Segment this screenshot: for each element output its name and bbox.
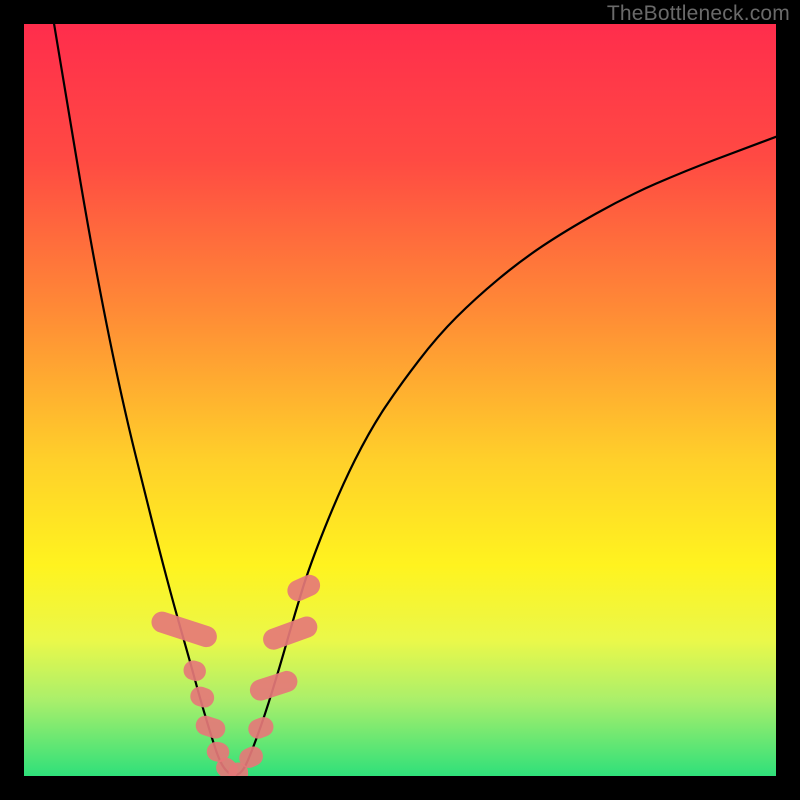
gradient-background xyxy=(24,24,776,776)
chart-svg xyxy=(24,24,776,776)
plot-area xyxy=(24,24,776,776)
watermark-label: TheBottleneck.com xyxy=(607,2,790,26)
chart-frame: TheBottleneck.com xyxy=(0,0,800,800)
